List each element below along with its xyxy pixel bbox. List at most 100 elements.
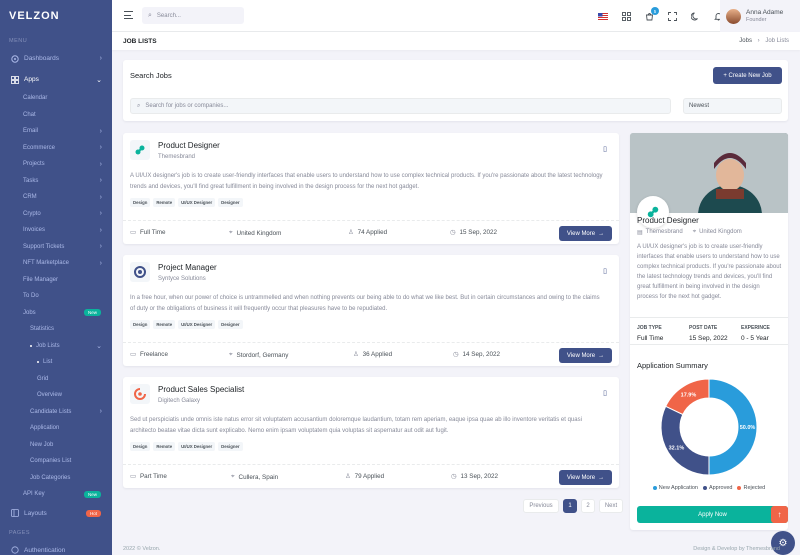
search-icon: ⌕ xyxy=(148,11,152,19)
new-badge: New xyxy=(83,490,101,498)
pagination-page-1[interactable]: 1 xyxy=(563,499,577,513)
sidebar-subitem-job-lists[interactable]: Job Lists ⌄ xyxy=(0,338,112,355)
job-applied: ♙ 79 Applied xyxy=(345,473,384,480)
job-date-value: 14 Sep, 2022 xyxy=(462,351,500,358)
search-jobs-input[interactable]: ⌕ Search for jobs or companies... xyxy=(130,98,671,114)
scroll-top-button[interactable]: ↑ xyxy=(771,506,788,523)
moon-icon[interactable] xyxy=(684,5,706,27)
sidebar-subitem-companies-list[interactable]: Companies List xyxy=(0,453,112,470)
sidebar-subitem-tasks[interactable]: Tasks › xyxy=(0,173,112,190)
job-tag: Remote xyxy=(153,320,176,329)
pagination-page-2[interactable]: 2 xyxy=(581,499,595,513)
sidebar-item-label: Apps xyxy=(24,76,39,83)
job-title[interactable]: Product Designer xyxy=(158,141,220,150)
bookmark-icon[interactable]: ▯ xyxy=(603,267,607,275)
legend-item[interactable]: Rejected xyxy=(737,485,765,491)
legend-label: Rejected xyxy=(743,485,766,491)
user-icon: ♙ xyxy=(348,229,354,236)
brand-logo[interactable]: VELZON xyxy=(0,0,112,32)
sort-selected-value: Newest xyxy=(689,103,710,109)
chevron-right-icon: › xyxy=(99,408,102,416)
sidebar-subitem-api-key[interactable]: API Key New xyxy=(0,486,112,503)
bookmark-icon[interactable]: ▯ xyxy=(603,145,607,153)
chevron-down-icon: ⌄ xyxy=(96,342,102,350)
job-tag: UI/UX Designer xyxy=(178,198,216,207)
search-input[interactable]: ⌕ Search... xyxy=(142,7,244,24)
legend-item[interactable]: New Application xyxy=(652,485,698,491)
legend-swatch xyxy=(702,486,707,490)
fullscreen-icon[interactable] xyxy=(661,5,683,27)
job-tag: Design xyxy=(130,320,151,329)
sidebar-subitem-projects[interactable]: Projects › xyxy=(0,156,112,173)
company-logo-icon xyxy=(130,384,150,404)
sidebar-subitem-overview[interactable]: Overview xyxy=(0,387,112,404)
sidebar-subitem-candidate-lists[interactable]: Candidate Lists › xyxy=(0,404,112,421)
pagination-previous[interactable]: Previous xyxy=(523,499,559,513)
sidebar-subitem-ecommerce[interactable]: Ecommerce › xyxy=(0,140,112,157)
sidebar-subitem-calendar[interactable]: Calendar xyxy=(0,90,112,107)
clock-icon: ◷ xyxy=(450,229,456,236)
job-card: Product Designer Themesbrand ▯ A UI/UX d… xyxy=(123,133,619,244)
company-name: Digitech Galaxy xyxy=(158,398,201,404)
company-name: Syntyce Solutions xyxy=(158,276,206,282)
job-title[interactable]: Product Sales Specialist xyxy=(158,385,244,394)
sidebar-subitem-nft-marketplace[interactable]: NFT Marketplace › xyxy=(0,255,112,272)
sidebar-item-layouts[interactable]: Layouts Hot xyxy=(0,503,112,524)
sidebar-subitem-crypto[interactable]: Crypto › xyxy=(0,206,112,223)
create-new-job-button[interactable]: + Create New Job xyxy=(713,67,782,84)
sidebar-subitem-grid[interactable]: Grid xyxy=(0,371,112,388)
view-more-button[interactable]: View More → xyxy=(559,470,612,485)
pagination-next[interactable]: Next xyxy=(599,499,623,513)
sidebar-subitem-statistics[interactable]: Statistics xyxy=(0,321,112,338)
apply-now-button[interactable]: Apply Now xyxy=(637,506,788,523)
donut-label-approved: 32.1% xyxy=(669,446,685,452)
sidebar-item-label: Authentication xyxy=(24,546,66,554)
sidebar-subitem-support-tickets[interactable]: Support Tickets › xyxy=(0,239,112,256)
sidebar-subitem-new-job[interactable]: New Job xyxy=(0,437,112,454)
breadcrumb-parent[interactable]: Jobs xyxy=(739,38,752,44)
arrow-up-icon: ↑ xyxy=(777,510,782,519)
view-more-label: View More xyxy=(566,230,596,237)
job-title[interactable]: Project Manager xyxy=(158,263,217,272)
sidebar-item-label: NFT Marketplace xyxy=(23,260,69,267)
view-more-button[interactable]: View More → xyxy=(559,226,612,241)
sort-select[interactable]: Newest xyxy=(683,98,782,114)
chevron-right-icon: › xyxy=(99,144,102,152)
sidebar-subitem-chat[interactable]: Chat xyxy=(0,107,112,124)
sidebar-subitem-crm[interactable]: CRM › xyxy=(0,189,112,206)
cart-icon[interactable]: 5 xyxy=(638,5,660,27)
chevron-right-icon: › xyxy=(99,259,102,267)
us-flag-icon[interactable] xyxy=(592,5,614,27)
chevron-down-icon: ⌄ xyxy=(96,76,102,84)
sidebar-item-apps[interactable]: Apps ⌄ xyxy=(0,69,112,90)
sidebar-subitem-invoices[interactable]: Invoices › xyxy=(0,222,112,239)
sidebar-subitem-file-manager[interactable]: File Manager xyxy=(0,272,112,289)
sidebar-subitem-todo[interactable]: To Do xyxy=(0,288,112,305)
donut-slice-approved[interactable] xyxy=(660,405,710,476)
user-menu[interactable]: Anna Adame Founder xyxy=(720,0,800,32)
job-date-value: 13 Sep, 2022 xyxy=(460,473,498,480)
sidebar-item-label: Tasks xyxy=(23,177,39,184)
hamburger-icon[interactable] xyxy=(124,11,133,19)
job-tag: Designer xyxy=(218,442,243,451)
apps-grid-icon[interactable] xyxy=(615,5,637,27)
legend-item[interactable]: Approved xyxy=(702,485,732,491)
sidebar-item-label: Companies List xyxy=(30,458,72,465)
sidebar-subitem-list[interactable]: List xyxy=(0,354,112,371)
user-role: Founder xyxy=(746,17,767,23)
sidebar-subitem-jobs[interactable]: Jobs New xyxy=(0,305,112,322)
view-more-button[interactable]: View More → xyxy=(559,348,612,363)
arrow-right-icon: → xyxy=(598,474,605,481)
job-applied-value: 36 Applied xyxy=(362,351,393,358)
sidebar-item-dashboards[interactable]: Dashboards › xyxy=(0,48,112,69)
breadcrumb-current: Job Lists xyxy=(765,38,789,44)
breadcrumb: Jobs › Job Lists xyxy=(739,38,789,44)
page-title: JOB LISTS xyxy=(123,37,157,45)
sidebar-subitem-email[interactable]: Email › xyxy=(0,123,112,140)
apps-icon xyxy=(10,75,19,84)
bookmark-icon[interactable]: ▯ xyxy=(603,389,607,397)
sidebar-subitem-job-categories[interactable]: Job Categories xyxy=(0,470,112,487)
sidebar-subitem-application[interactable]: Application xyxy=(0,420,112,437)
user-icon: ♙ xyxy=(345,473,351,480)
sidebar-item-authentication[interactable]: Authentication xyxy=(0,540,112,555)
